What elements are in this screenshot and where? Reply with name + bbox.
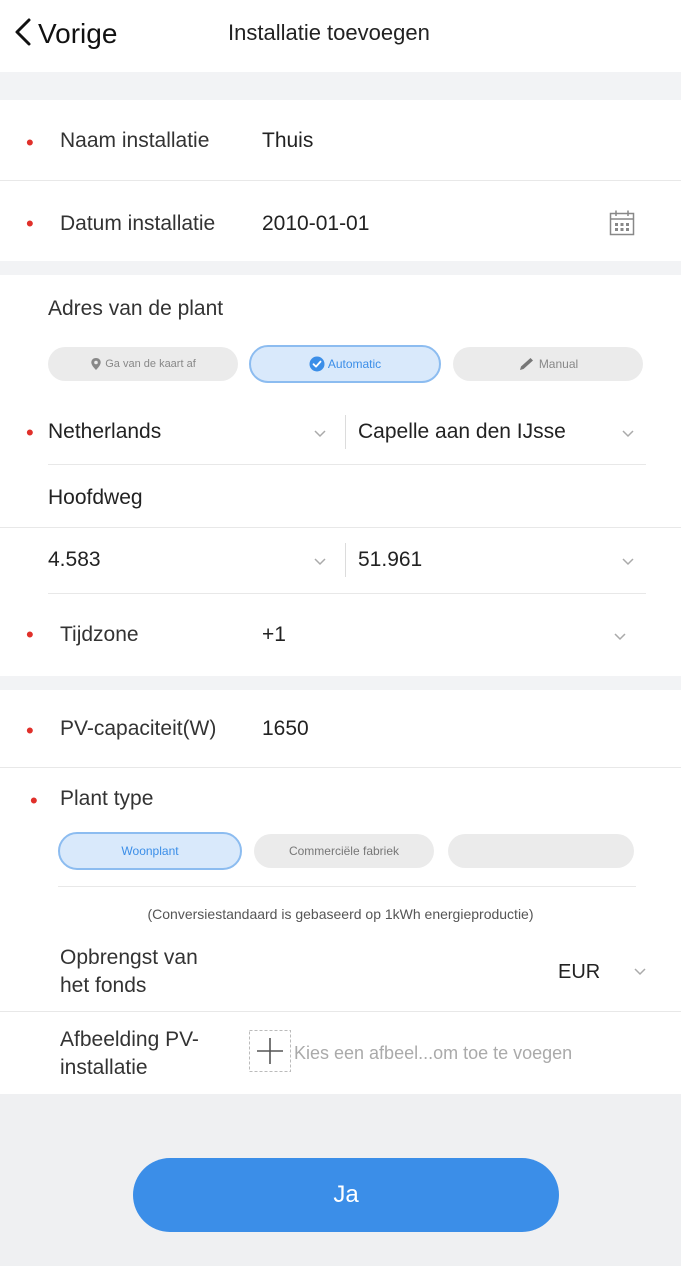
date-label: Datum installatie bbox=[60, 212, 216, 235]
street-input[interactable]: Hoofdweg bbox=[48, 486, 143, 510]
chevron-down-icon bbox=[632, 966, 648, 976]
pv-capacity-input[interactable]: 1650 bbox=[262, 717, 309, 741]
back-button[interactable]: Vorige bbox=[14, 14, 117, 54]
divider bbox=[58, 886, 636, 887]
currency-value: EUR bbox=[558, 961, 601, 983]
pv-image-label-line1: Afbeelding PV- bbox=[60, 1028, 199, 1051]
calendar-icon[interactable] bbox=[608, 209, 636, 242]
back-label: Vorige bbox=[38, 18, 118, 49]
divider bbox=[48, 593, 646, 594]
pv-capacity-row[interactable]: • PV-capaciteit(W) 1650 bbox=[0, 690, 681, 766]
chevron-down-icon bbox=[620, 556, 636, 566]
required-marker: • bbox=[30, 788, 38, 813]
country-select[interactable]: • Netherlands bbox=[0, 402, 340, 462]
latitude-select[interactable]: 51.961 bbox=[346, 530, 646, 590]
section-separator bbox=[0, 676, 681, 690]
pv-image-label-line2: installatie bbox=[60, 1056, 148, 1079]
name-label: Naam installatie bbox=[60, 129, 210, 152]
divider bbox=[48, 464, 646, 465]
longitude-value: 4.583 bbox=[48, 548, 101, 571]
plant-type-commercial[interactable]: Commerciële fabriek bbox=[254, 834, 434, 868]
address-mode-manual[interactable]: Manual bbox=[453, 347, 643, 381]
plant-type-commercial-label: Commerciële fabriek bbox=[288, 844, 400, 858]
address-mode-automatic[interactable]: Automatic bbox=[249, 345, 441, 383]
timezone-value: +1 bbox=[262, 623, 286, 646]
pv-capacity-label: PV-capaciteit(W) bbox=[60, 717, 217, 740]
city-value: Capelle aan den IJsse bbox=[358, 420, 566, 443]
plant-type-other[interactable] bbox=[448, 834, 634, 868]
chevron-left-icon bbox=[14, 17, 32, 52]
conversion-note: (Conversiestandaard is gebaseerd op 1kWh… bbox=[147, 906, 534, 922]
name-row[interactable]: • Naam installatie Thuis bbox=[0, 100, 681, 180]
address-mode-manual-label: Manual bbox=[538, 357, 579, 371]
city-select[interactable]: Capelle aan den IJsse bbox=[346, 402, 646, 462]
plant-type-residential[interactable]: Woonplant bbox=[58, 832, 242, 870]
latitude-value: 51.961 bbox=[358, 548, 423, 571]
divider bbox=[0, 527, 681, 528]
required-marker: • bbox=[26, 130, 34, 155]
plant-type-label: Plant type bbox=[60, 787, 154, 810]
header-bar: Vorige Installatie toevoegen bbox=[0, 0, 681, 72]
section-separator bbox=[0, 72, 681, 100]
page-title: Installatie toevoegen bbox=[228, 20, 430, 45]
map-pin-icon bbox=[90, 357, 102, 371]
chevron-down-icon bbox=[312, 428, 328, 438]
submit-label: Ja bbox=[333, 1181, 359, 1208]
required-marker: • bbox=[26, 718, 34, 743]
required-marker: • bbox=[26, 420, 34, 445]
plus-icon[interactable] bbox=[249, 1030, 291, 1077]
longitude-select[interactable]: 4.583 bbox=[0, 530, 340, 590]
fund-label-line1: Opbrengst van bbox=[60, 946, 198, 969]
date-row[interactable]: • Datum installatie 2010-01-01 bbox=[0, 181, 681, 261]
required-marker: • bbox=[26, 622, 34, 647]
divider bbox=[0, 767, 681, 768]
address-mode-map[interactable]: Ga van de kaart af bbox=[48, 347, 238, 381]
address-heading: Adres van de plant bbox=[48, 297, 224, 320]
fund-label-line2: het fonds bbox=[60, 974, 147, 997]
check-circle-icon bbox=[309, 356, 325, 372]
pencil-icon bbox=[518, 357, 536, 371]
section-separator bbox=[0, 261, 681, 275]
address-mode-map-label: Ga van de kaart af bbox=[105, 358, 196, 370]
pv-image-placeholder: Kies een afbeel...om toe te voegen bbox=[294, 1043, 573, 1063]
name-input[interactable]: Thuis bbox=[262, 129, 313, 153]
chevron-down-icon bbox=[312, 556, 328, 566]
plant-type-residential-label: Woonplant bbox=[121, 844, 179, 858]
date-input[interactable]: 2010-01-01 bbox=[262, 212, 369, 236]
timezone-row[interactable]: • Tijdzone +1 bbox=[0, 595, 681, 675]
chevron-down-icon bbox=[620, 428, 636, 438]
chevron-down-icon bbox=[612, 631, 628, 641]
submit-button[interactable]: Ja bbox=[133, 1158, 559, 1232]
fund-row[interactable]: Opbrengst van het fonds EUR bbox=[0, 940, 681, 1010]
country-value: Netherlands bbox=[48, 420, 162, 443]
pv-image-row[interactable]: Afbeelding PV- installatie Kies een afbe… bbox=[0, 1012, 681, 1092]
address-mode-automatic-label: Automatic bbox=[327, 357, 382, 371]
required-marker: • bbox=[26, 211, 34, 236]
timezone-label: Tijdzone bbox=[60, 623, 139, 646]
